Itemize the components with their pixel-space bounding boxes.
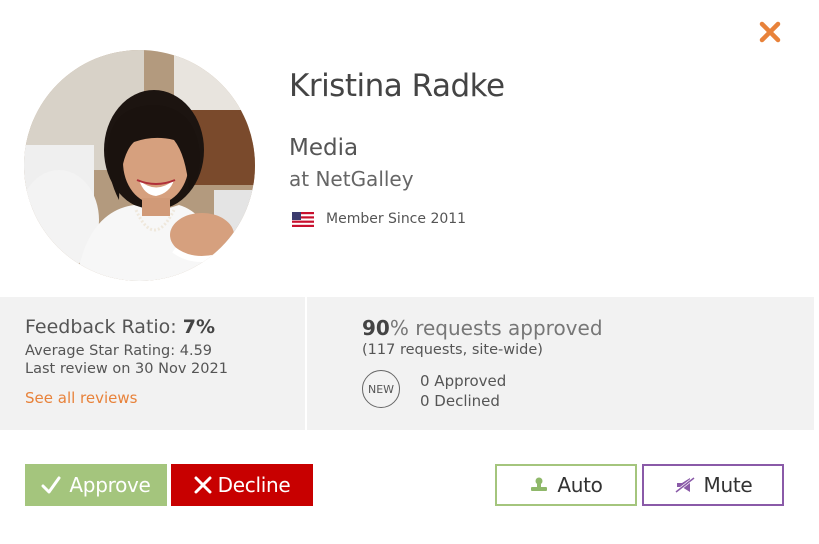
requests-approved: 90% requests approved (362, 316, 603, 340)
member-since-text: Member Since 2011 (326, 211, 467, 227)
profile-organization: at NetGalley (289, 167, 414, 191)
close-button[interactable] (752, 14, 788, 50)
feedback-ratio: Feedback Ratio: 7% (25, 316, 215, 338)
member-since: Member Since 2011 (292, 211, 466, 227)
stats-divider (305, 297, 307, 430)
profile-role: Media (289, 135, 359, 161)
feedback-ratio-value: 7% (182, 316, 216, 338)
mute-button[interactable]: Mute (642, 464, 784, 506)
checkmark-icon (41, 476, 61, 494)
requests-subtitle: (117 requests, site-wide) (362, 342, 543, 358)
request-counts: 0 Approved 0 Declined (420, 371, 506, 411)
decline-button[interactable]: Decline (171, 464, 313, 506)
average-star-rating: Average Star Rating: 4.59 (25, 343, 213, 359)
stats-panel: Feedback Ratio: 7% Average Star Rating: … (0, 297, 814, 430)
last-review: Last review on 30 Nov 2021 (25, 361, 228, 377)
stamp-icon (531, 477, 548, 491)
approved-count: 0 Approved (420, 372, 507, 390)
decline-label: Decline (217, 473, 291, 497)
auto-button[interactable]: Auto (495, 464, 637, 506)
megaphone-muted-icon (674, 476, 695, 494)
requests-approved-label: % requests approved (389, 316, 603, 340)
requests-approved-percent: 90 (362, 316, 390, 340)
profile-name: Kristina Radke (289, 68, 505, 104)
avatar (24, 50, 255, 281)
approve-button[interactable]: Approve (25, 464, 167, 506)
see-all-reviews-link[interactable]: See all reviews (25, 389, 137, 407)
close-icon (759, 21, 781, 43)
approve-label: Approve (69, 473, 151, 497)
feedback-ratio-label: Feedback Ratio: (25, 316, 177, 338)
us-flag-icon (292, 211, 314, 227)
x-icon (194, 476, 212, 494)
new-badge: NEW (362, 370, 400, 408)
declined-count: 0 Declined (420, 392, 500, 410)
auto-label: Auto (557, 473, 603, 497)
mute-label: Mute (703, 473, 753, 497)
